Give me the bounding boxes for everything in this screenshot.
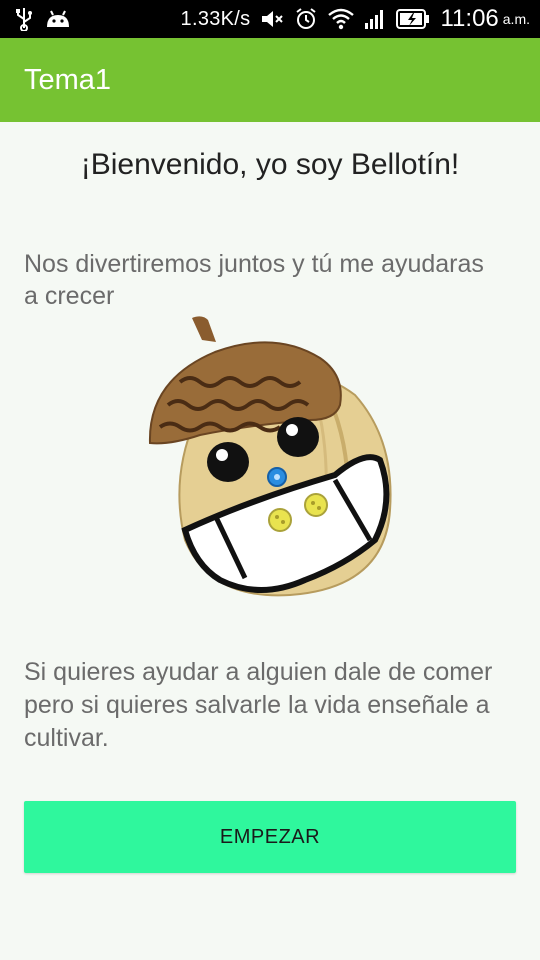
- mute-icon: [260, 8, 284, 30]
- start-button[interactable]: EMPEZAR: [24, 801, 516, 873]
- app-bar: Tema1: [0, 38, 540, 122]
- app-title: Tema1: [24, 63, 112, 96]
- clock-time: 11:06: [440, 5, 499, 32]
- status-bar: 1.33K/s 11:06 a.m.: [0, 0, 540, 38]
- usb-icon: [14, 7, 34, 31]
- status-bar-right: 1.33K/s 11:06 a.m.: [181, 5, 530, 33]
- battery-charging-icon: [396, 8, 430, 30]
- acorn-mascot-image: [140, 310, 410, 610]
- alarm-icon: [294, 7, 318, 31]
- wifi-icon: [328, 8, 355, 30]
- quote-text: Si quieres ayudar a alguien dale de come…: [24, 658, 493, 752]
- welcome-heading: ¡Bienvenido, yo soy Bellotín!: [80, 148, 460, 181]
- status-bar-left: [14, 7, 72, 31]
- signal-icon: [364, 8, 386, 30]
- android-icon: [44, 9, 72, 29]
- clock-ampm: a.m.: [502, 11, 530, 27]
- intro-text: Nos divertiremos juntos y tú me ayudaras…: [24, 250, 484, 310]
- network-speed: 1.33K/s: [180, 7, 251, 30]
